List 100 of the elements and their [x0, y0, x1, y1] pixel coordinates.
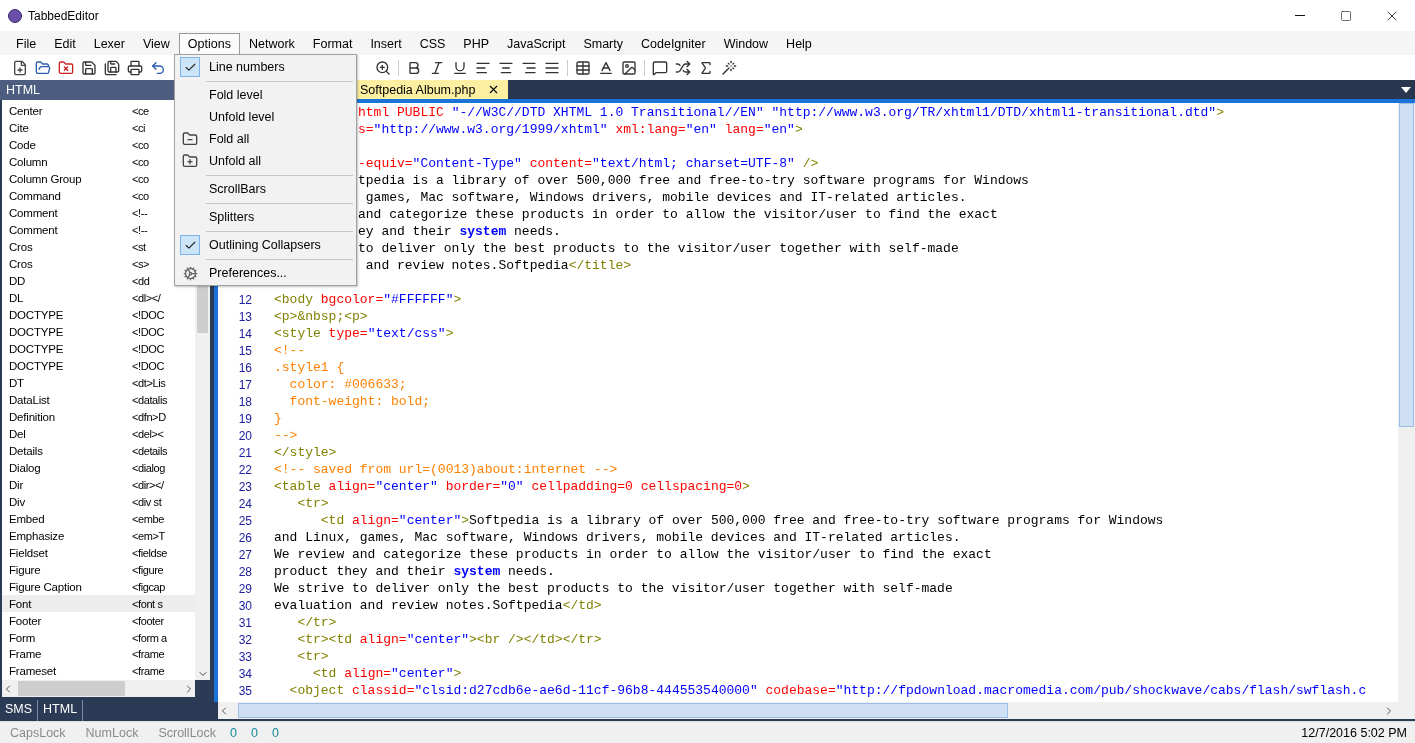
item-name: DOCTYPE	[9, 343, 64, 356]
menu-item[interactable]: View	[134, 33, 179, 55]
code-line: <td align="center">Softpedia is a library of over 500,000 free and free-to-try software programs for Windows	[319, 512, 1164, 529]
menu-item[interactable]: Options	[178, 33, 240, 55]
code-line: -->	[274, 427, 298, 444]
item-snippet: <!DOC	[132, 326, 164, 339]
code-line: </tr>	[296, 614, 337, 631]
image-icon[interactable]	[621, 59, 637, 76]
item-name: Comment	[9, 207, 58, 220]
menu-item[interactable]: PHP	[454, 33, 499, 55]
app-icon	[8, 8, 22, 23]
status-key: ScrollLock	[158, 725, 217, 740]
item-name: Details	[9, 444, 43, 457]
line-number: 34	[237, 666, 252, 681]
menu-item[interactable]: CodeIgniter	[632, 33, 715, 55]
line-number: 27	[237, 547, 252, 562]
horizontal-scrollbar[interactable]	[2, 680, 195, 697]
wand-icon[interactable]	[721, 59, 737, 76]
line-number: 19	[237, 411, 252, 426]
undo-icon[interactable]	[150, 59, 166, 76]
item-snippet: <details	[132, 444, 168, 457]
item-name: DL	[9, 292, 24, 305]
menu-item[interactable]: File	[7, 33, 46, 55]
line-number: 20	[237, 428, 252, 443]
code-line: We strive to deliver only the best products to the visitor/user together with self-made	[274, 580, 953, 597]
code-line: <body bgcolor="#FFFFFF">	[274, 291, 462, 308]
zoom-icon[interactable]	[375, 59, 391, 76]
item-name: Frameset	[9, 665, 56, 678]
font-color-icon[interactable]	[598, 59, 614, 76]
line-number: 18	[237, 394, 252, 409]
function-icon[interactable]	[698, 59, 714, 76]
horizontal-scrollbar[interactable]	[218, 702, 1415, 719]
item-name: DOCTYPE	[9, 309, 64, 322]
folder-icon[interactable]	[58, 59, 74, 76]
menu-item[interactable]: Window	[714, 33, 778, 55]
menu-item[interactable]: Smarty	[574, 33, 632, 55]
item-snippet: <s>	[132, 258, 150, 271]
item-snippet: <ce	[132, 105, 149, 118]
bold-icon[interactable]	[406, 59, 422, 76]
code-line: to deliver only the best products to the visitor/user together with self-made	[358, 240, 959, 257]
maximize-icon	[1340, 9, 1352, 22]
tab-label: Softpedia Album.php	[360, 82, 476, 97]
save-icon[interactable]	[81, 59, 97, 76]
item-snippet: <co	[132, 190, 149, 203]
new-file-icon[interactable]	[12, 59, 28, 76]
item-snippet: <fieldse	[132, 546, 168, 559]
menu-item[interactable]: Edit	[45, 33, 85, 55]
item-name: DataList	[9, 393, 50, 406]
line-number: 26	[237, 530, 252, 545]
dropdown-arrow-icon[interactable]	[1401, 86, 1411, 93]
code-line: games, Mac software, Windows drivers, mobile devices and IT-related articles.	[364, 189, 967, 206]
item-name: Dialog	[9, 461, 41, 474]
item-name: Form	[9, 631, 36, 644]
item-snippet: <st	[132, 241, 146, 254]
item-name: Emphasize	[9, 529, 65, 542]
item-name: Dir	[9, 478, 24, 491]
code-line: -equiv="Content-Type" content="text/html; charset=UTF-8" />	[358, 155, 819, 172]
menu-option[interactable]: Line numbers	[175, 56, 356, 78]
menu-item[interactable]: Format	[303, 33, 362, 55]
folder-icon[interactable]	[35, 59, 51, 76]
code-line: and Linux, games, Mac software, Windows drivers, mobile devices and IT-related articles.	[274, 529, 961, 546]
italic-icon[interactable]	[429, 59, 445, 76]
menu-item[interactable]: Lexer	[84, 33, 134, 55]
save-all-icon[interactable]	[104, 59, 120, 76]
item-snippet: <dialog	[132, 461, 165, 474]
code-line: evaluation and review notes.Softpedia</td>	[274, 597, 602, 614]
underline-icon[interactable]	[452, 59, 468, 76]
item-snippet: <del><	[132, 427, 164, 440]
scrollbar-thumb[interactable]	[18, 681, 125, 696]
item-name: Column	[9, 156, 48, 169]
item-snippet: <co	[132, 173, 149, 186]
item-snippet: <figure	[132, 563, 164, 576]
line-number: 33	[237, 649, 252, 664]
line-number: 21	[237, 445, 252, 460]
line-number: 23	[237, 479, 252, 494]
scrollbar-thumb[interactable]	[1399, 103, 1414, 427]
line-number: 17	[237, 377, 252, 392]
item-name: Frame	[9, 648, 42, 661]
scrollbar-thumb[interactable]	[238, 703, 1008, 718]
menu-item[interactable]: JavaScript	[498, 33, 575, 55]
comment-icon[interactable]	[652, 59, 668, 76]
list-item[interactable]: Font <font s	[2, 595, 195, 613]
printer-icon[interactable]	[127, 59, 143, 76]
table-icon[interactable]	[575, 59, 591, 76]
menu-item[interactable]: Insert	[361, 33, 411, 55]
shuffle-icon[interactable]	[675, 59, 691, 76]
code-line: }	[274, 410, 282, 427]
menu-item[interactable]: Network	[239, 33, 304, 55]
line-number: 12	[237, 292, 252, 307]
menu-item[interactable]: Help	[777, 33, 821, 55]
code-line: </style>	[274, 444, 337, 461]
item-snippet: <dfn>D	[132, 410, 166, 423]
code-line: <td align="center">	[312, 665, 462, 682]
line-number: 31	[237, 615, 252, 630]
item-name: Cros	[9, 258, 33, 271]
menu-item[interactable]: CSS	[410, 33, 455, 55]
vertical-scrollbar[interactable]	[1398, 103, 1415, 702]
item-snippet: <datalis	[132, 393, 168, 406]
status-key: NumLock	[85, 725, 139, 740]
settings-icon	[182, 265, 198, 281]
